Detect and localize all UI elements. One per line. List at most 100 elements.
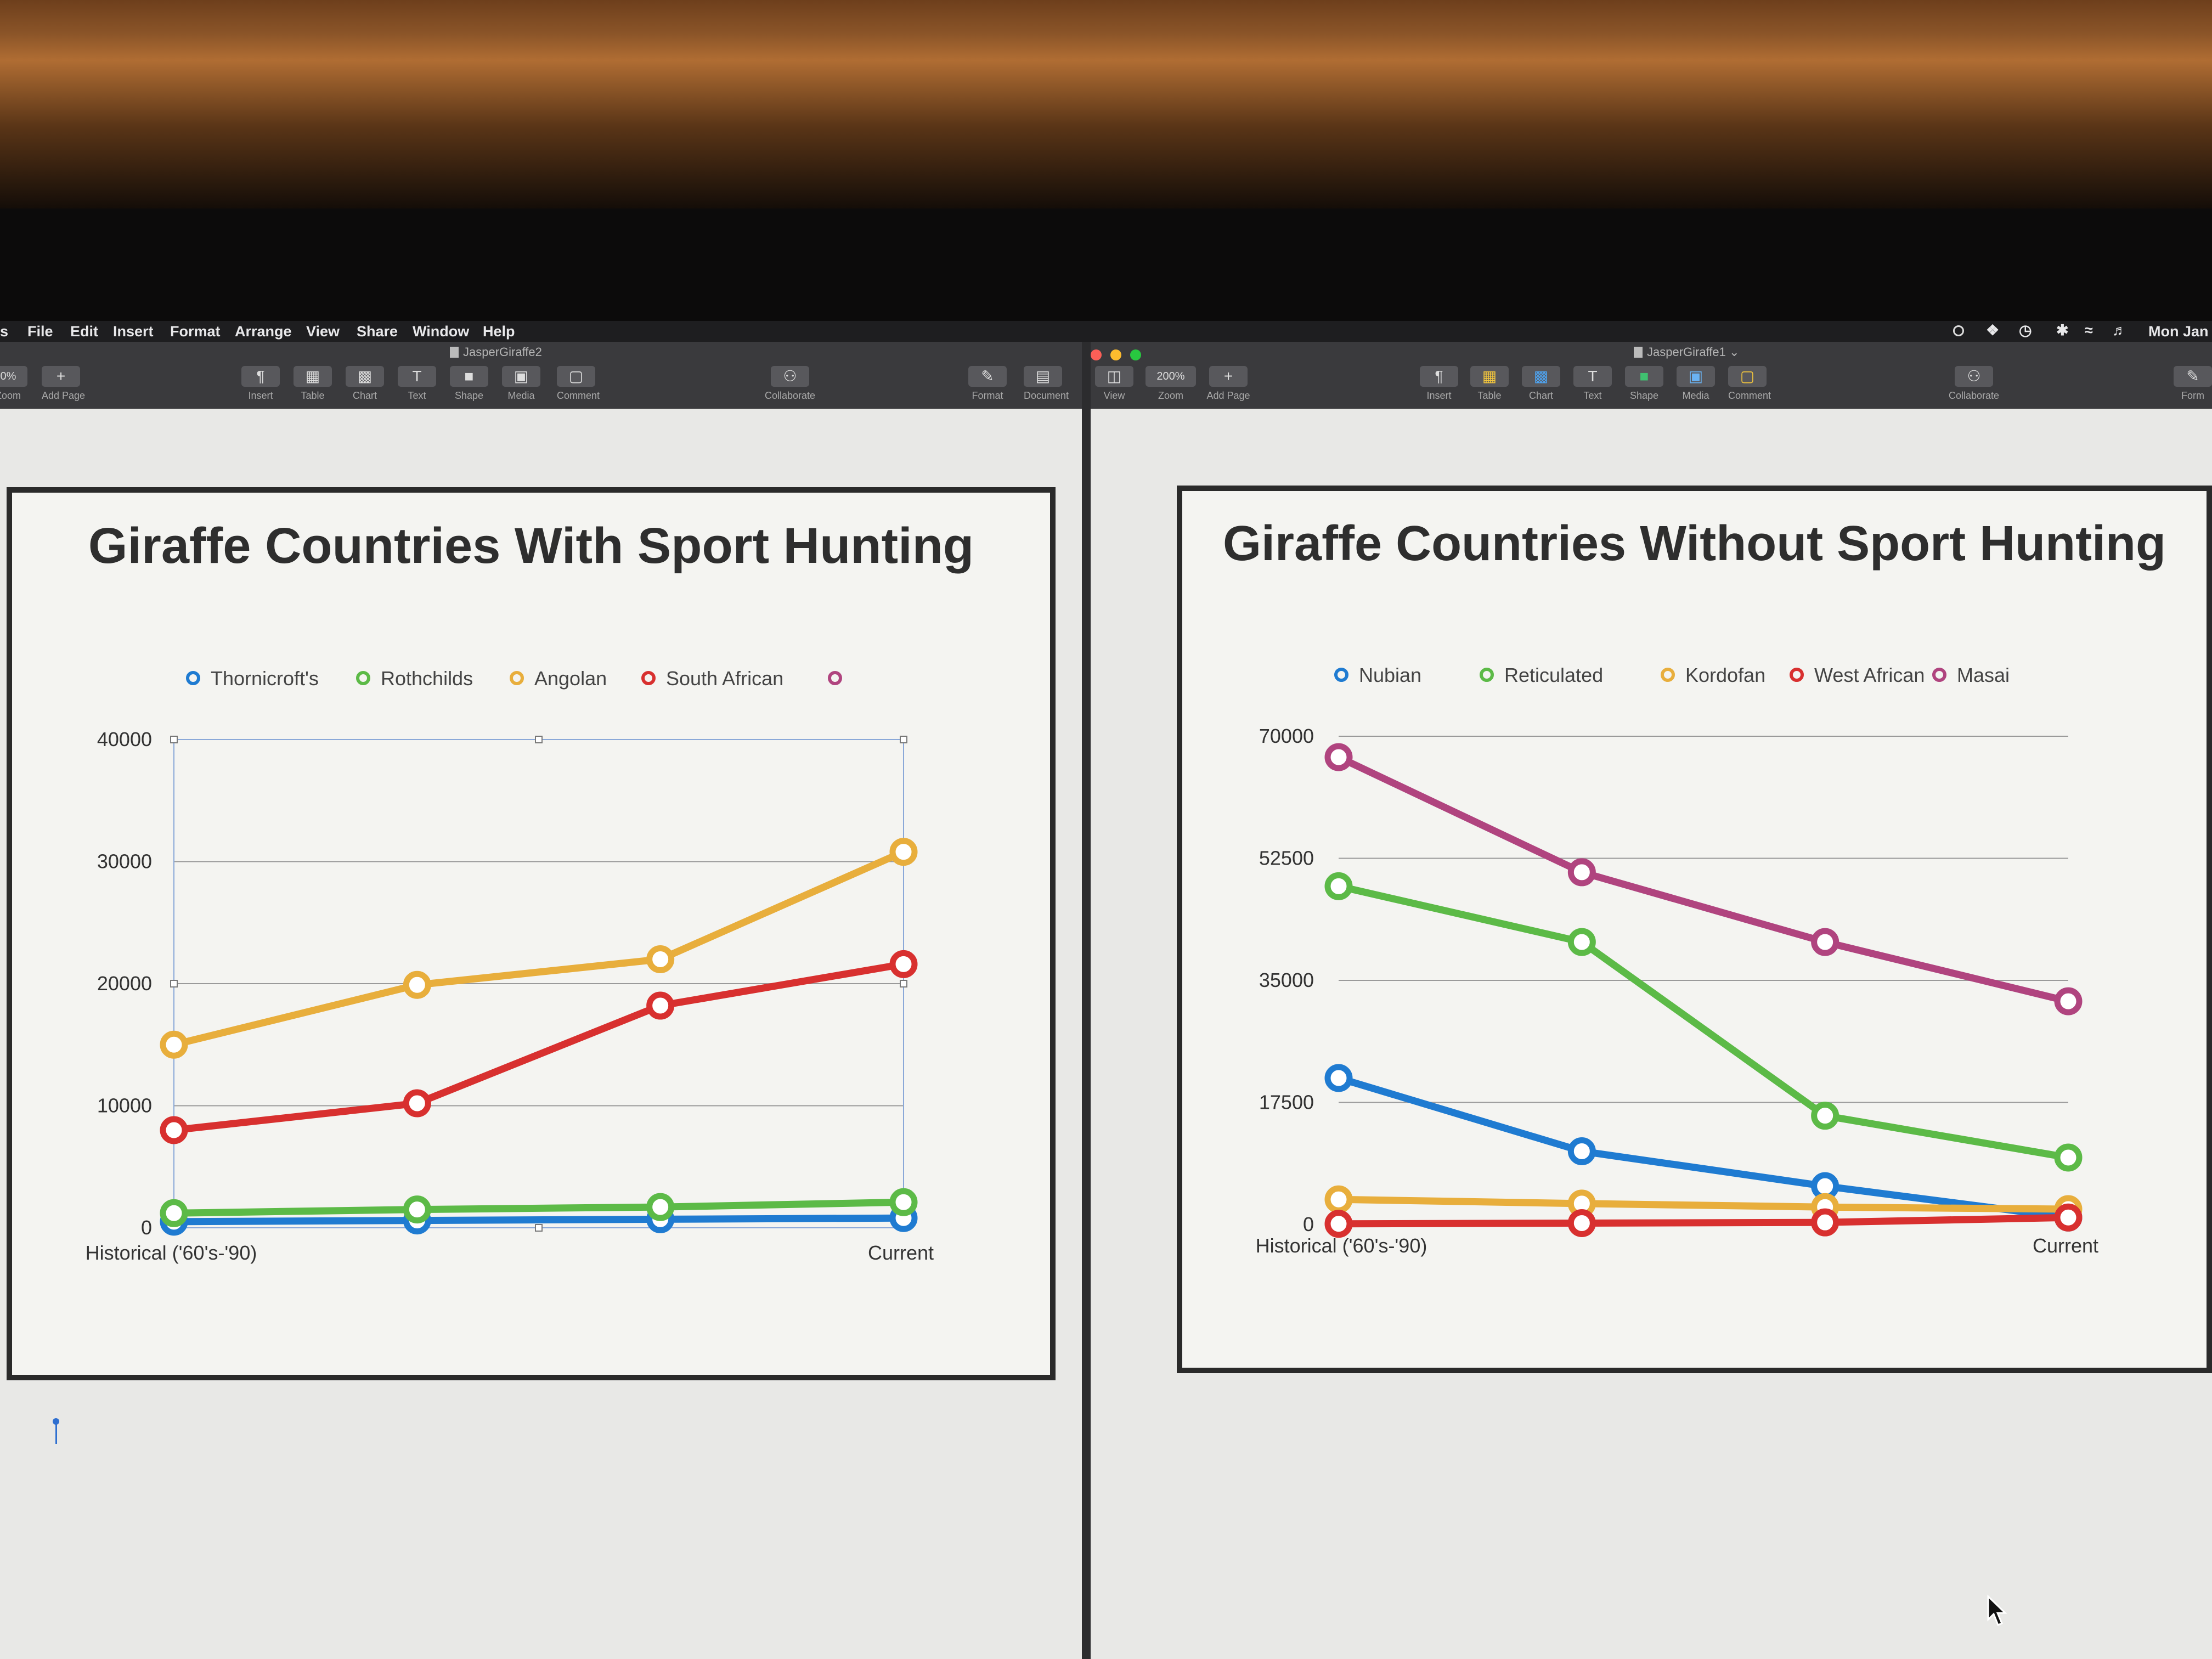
left-text-button[interactable]: T Text [398,366,436,402]
legend-label: Nubian [1359,664,1421,686]
left-add-page-button[interactable]: + Add Page [42,366,85,402]
data-point [646,945,675,973]
data-point [1811,1208,1839,1237]
menu-item-format[interactable]: Format [170,323,221,340]
left-chart-frame[interactable]: Giraffe Countries With Sport Hunting 0 10… [7,487,1056,1380]
document-icon: ▤ [1024,366,1062,387]
right-collaborate-button[interactable]: ⚇ Collaborate [1946,366,2001,402]
y-tick-label: 20000 [97,972,152,995]
data-point [1567,858,1596,887]
legend-label: Thornicroft's [211,667,319,690]
selection-handle [900,736,907,743]
selection-handle [535,736,543,743]
data-point [160,1030,188,1059]
minimize-window-button[interactable] [1110,349,1121,360]
right-insert-button[interactable]: ¶ Insert [1420,366,1458,402]
wifi-icon[interactable]: ≈ [2085,322,2093,339]
document-icon [450,347,459,358]
text-icon: T [1573,366,1612,387]
data-point [2054,1143,2083,1172]
menu-item-arrange[interactable]: Arrange [235,323,292,340]
y-tick-label: 35000 [1259,969,1314,991]
shape-icon: ■ [1625,366,1663,387]
menu-item-window[interactable]: Window [413,323,469,340]
right-window-title: JasperGiraffe1 ⌄ [1634,345,1739,359]
data-point [646,991,675,1020]
line-chart[interactable]: 0 10000 20000 30000 40000 Historical ('60's-'… [12,493,1061,1386]
menu-item-edit[interactable]: Edit [70,323,98,340]
menu-item-app[interactable]: s [0,323,8,340]
left-collaborate-button[interactable]: ⚇ Collaborate [763,366,817,402]
media-icon: ▣ [1677,366,1715,387]
right-add-page-button[interactable]: + Add Page [1205,366,1252,402]
legend-marker [186,671,200,685]
bluetooth-icon[interactable]: ✱ [2056,322,2069,339]
left-zoom-control[interactable]: 0%Zoom [0,366,27,402]
menu-bar-clock[interactable]: Mon Jan 7 [2148,323,2212,340]
data-point [646,1193,675,1221]
paragraph-icon: ¶ [1420,366,1458,387]
right-view-button[interactable]: ◫ View [1095,366,1133,402]
mouse-cursor-icon [1987,1594,2007,1626]
media-icon: ▣ [502,366,540,387]
zoom-window-button[interactable] [1130,349,1141,360]
volume-icon[interactable]: ♬ [2112,322,2127,339]
x-tick-label: Historical ('60's-'90) [86,1242,257,1264]
dropbox-icon[interactable]: ❖ [1986,322,1999,339]
table-icon: ▦ [1470,366,1509,387]
left-comment-button[interactable]: ▢ Comment [557,366,600,402]
menu-item-file[interactable]: File [27,323,53,340]
left-window-toolbar: JasperGiraffe2 0%Zoom +Add Page ¶Insert … [0,342,1082,410]
y-tick-label: 52500 [1259,847,1314,870]
right-shape-button[interactable]: ■ Shape [1625,366,1663,402]
right-format-button[interactable]: ✎ Form [2174,366,2212,402]
collaborate-icon: ⚇ [1955,366,1993,387]
right-chart-button[interactable]: ▩ Chart [1522,366,1560,402]
right-text-button[interactable]: T Text [1573,366,1612,402]
x-tick-label: Historical ('60's-'90) [1256,1234,1427,1257]
legend-marker [828,671,842,685]
left-document-button[interactable]: ▤ Document [1024,366,1069,402]
left-format-button[interactable]: ✎ Format [968,366,1007,402]
selection-handle [170,736,178,743]
shape-icon: ■ [450,366,488,387]
data-point [2054,987,2083,1015]
time-machine-icon[interactable]: ◷ [2019,322,2032,339]
text-icon: T [398,366,436,387]
series-line [170,1198,907,1217]
right-window-toolbar: JasperGiraffe1 ⌄ ◫ View 200% Zoom + Add Pag… [1091,342,2212,410]
line-chart[interactable]: 0 17500 35000 52500 70000 Historical ('60's-'… [1182,491,2212,1379]
left-table-button[interactable]: ▦ Table [294,366,332,402]
left-chart-button[interactable]: ▩ Chart [346,366,384,402]
series-line [1335,1214,2072,1228]
menu-item-help[interactable]: Help [483,323,515,340]
data-point [403,970,431,999]
legend-label: West African [1814,664,1925,686]
menu-item-view[interactable]: View [306,323,340,340]
right-media-button[interactable]: ▣ Media [1677,366,1715,402]
legend-marker [356,671,370,685]
left-media-button[interactable]: ▣ Media [502,366,540,402]
right-comment-button[interactable]: ▢ Comment [1728,366,1771,402]
right-table-button[interactable]: ▦ Table [1470,366,1509,402]
right-chart-frame[interactable]: Giraffe Countries Without Sport Hunting … [1177,486,2212,1373]
chevron-down-icon[interactable]: ⌄ [1729,345,1739,359]
left-window-title: JasperGiraffe2 [450,345,542,359]
menu-item-insert[interactable]: Insert [113,323,154,340]
legend-marker [1790,668,1804,682]
data-point [889,838,918,866]
legend-marker [510,671,524,685]
right-zoom-control[interactable]: 200% Zoom [1146,366,1196,402]
legend-marker [641,671,656,685]
left-shape-button[interactable]: ■ Shape [450,366,488,402]
paintbrush-icon: ✎ [968,366,1007,387]
creative-cloud-icon[interactable] [1953,325,1964,336]
close-window-button[interactable] [1091,349,1102,360]
menu-item-share[interactable]: Share [357,323,398,340]
data-point [1324,1210,1353,1238]
legend-label: South African [666,667,783,690]
left-insert-button[interactable]: ¶ Insert [241,366,280,402]
chart-icon: ▩ [1522,366,1560,387]
comment-icon: ▢ [1728,366,1767,387]
monitor-bezel-top [0,0,2212,208]
